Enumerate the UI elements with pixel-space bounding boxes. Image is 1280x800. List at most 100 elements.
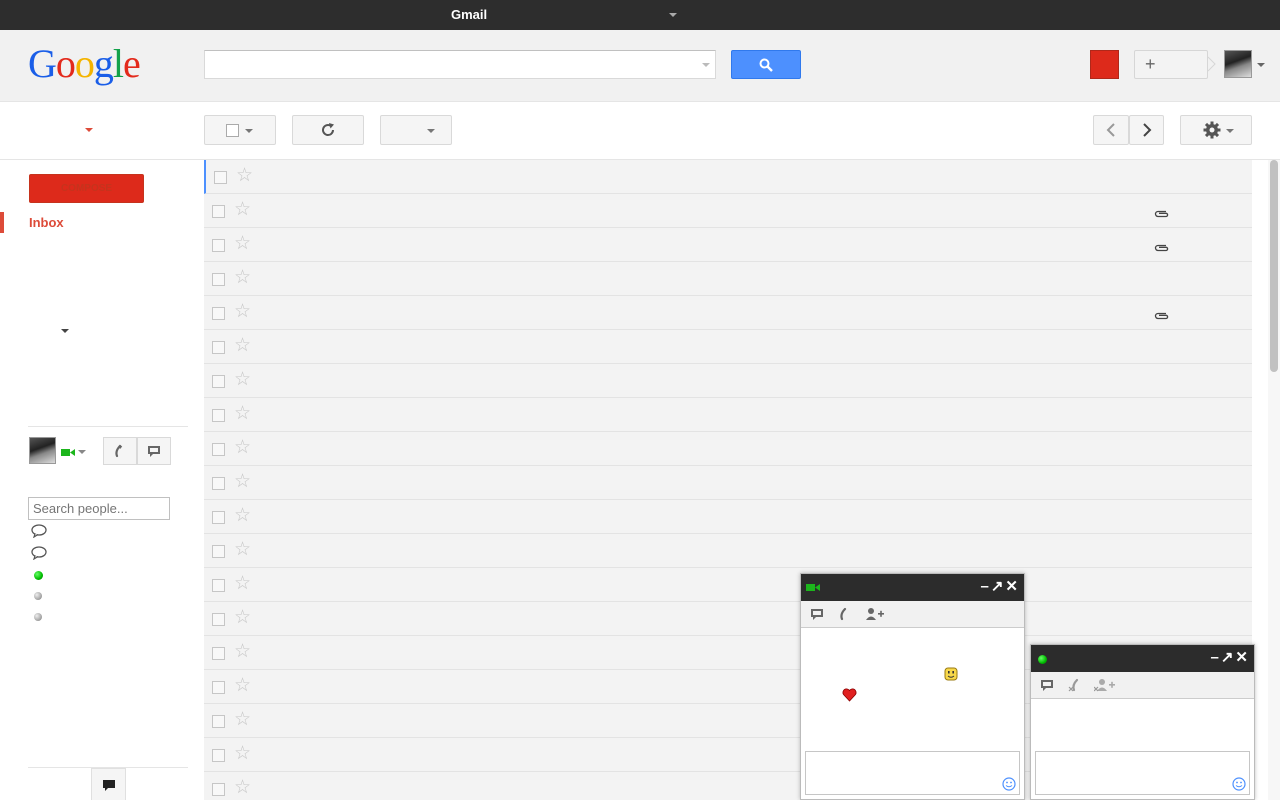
app-switcher-caret-icon[interactable] <box>669 13 677 17</box>
star-icon[interactable]: ☆ <box>234 709 251 731</box>
row-checkbox[interactable] <box>212 273 225 286</box>
google-logo[interactable]: Google <box>28 40 141 87</box>
emoticon-picker-icon[interactable] <box>1002 777 1016 791</box>
table-row[interactable]: ☆ <box>204 160 1252 194</box>
share-button[interactable]: + <box>1134 50 1208 79</box>
table-row[interactable]: ☆ <box>204 228 1252 262</box>
table-row[interactable]: ☆ <box>204 568 1252 602</box>
row-checkbox[interactable] <box>212 205 225 218</box>
search-options-caret-icon[interactable] <box>702 63 710 67</box>
row-checkbox[interactable] <box>212 681 225 694</box>
table-row[interactable]: ☆ <box>204 296 1252 330</box>
star-icon[interactable]: ☆ <box>234 437 251 459</box>
star-icon[interactable]: ☆ <box>234 573 251 595</box>
table-row[interactable]: ☆ <box>204 432 1252 466</box>
star-icon[interactable]: ☆ <box>234 743 251 765</box>
row-checkbox[interactable] <box>212 239 225 252</box>
popout-icon[interactable]: ↗ <box>991 578 1006 595</box>
row-checkbox[interactable] <box>212 307 225 320</box>
star-icon[interactable]: ☆ <box>234 641 251 663</box>
scrollbar-thumb[interactable] <box>1270 160 1278 372</box>
popout-icon[interactable]: ↗ <box>1221 649 1236 666</box>
app-title[interactable]: Gmail <box>451 7 487 22</box>
table-row[interactable]: ☆ <box>204 466 1252 500</box>
call-phone-button[interactable] <box>103 437 137 465</box>
row-checkbox[interactable] <box>214 171 227 184</box>
select-button[interactable] <box>204 115 276 145</box>
table-row[interactable]: ☆ <box>204 330 1252 364</box>
star-icon[interactable]: ☆ <box>234 267 251 289</box>
star-icon[interactable]: ☆ <box>234 301 251 323</box>
star-icon[interactable]: ☆ <box>234 335 251 357</box>
star-icon[interactable]: ☆ <box>234 607 251 629</box>
more-labels-caret-icon[interactable] <box>61 329 69 333</box>
search-input[interactable] <box>205 51 685 78</box>
star-icon[interactable]: ☆ <box>234 777 251 799</box>
chat-window-titlebar[interactable]: –↗✕ <box>1031 645 1254 672</box>
row-checkbox[interactable] <box>212 783 225 796</box>
chat-toggle-button[interactable] <box>91 768 126 800</box>
star-icon[interactable]: ☆ <box>234 675 251 697</box>
table-row[interactable]: ☆ <box>204 194 1252 228</box>
star-icon[interactable]: ☆ <box>234 369 251 391</box>
row-checkbox[interactable] <box>212 545 225 558</box>
mail-switcher-caret-icon[interactable] <box>85 128 93 132</box>
close-icon[interactable]: ✕ <box>1005 578 1020 595</box>
chat-add-person-button[interactable] <box>861 604 887 624</box>
video-camera-icon <box>806 584 820 591</box>
notifications-button[interactable] <box>1090 50 1119 79</box>
account-caret-icon[interactable] <box>1257 63 1265 67</box>
row-checkbox[interactable] <box>212 341 225 354</box>
star-icon[interactable]: ☆ <box>234 403 251 425</box>
table-row[interactable]: ☆ <box>204 534 1252 568</box>
scrollbar[interactable] <box>1268 160 1280 800</box>
chat-window-titlebar[interactable]: –↗✕ <box>801 574 1024 601</box>
gear-icon <box>1203 121 1221 139</box>
settings-button[interactable] <box>1180 115 1252 145</box>
row-checkbox[interactable] <box>212 579 225 592</box>
chat-self-avatar[interactable] <box>29 437 56 464</box>
row-checkbox[interactable] <box>212 409 225 422</box>
star-icon[interactable]: ☆ <box>234 233 251 255</box>
account-avatar[interactable] <box>1224 50 1252 78</box>
star-icon[interactable]: ☆ <box>236 165 253 187</box>
chat-video-button[interactable] <box>1034 675 1060 695</box>
chat-message-input[interactable] <box>1035 751 1250 795</box>
star-icon[interactable]: ☆ <box>234 471 251 493</box>
newer-button[interactable] <box>1093 115 1129 145</box>
row-checkbox[interactable] <box>212 647 225 660</box>
row-checkbox[interactable] <box>212 749 225 762</box>
chevron-left-icon <box>1106 123 1115 137</box>
row-checkbox[interactable] <box>212 375 225 388</box>
refresh-button[interactable] <box>292 115 364 145</box>
table-row[interactable]: ☆ <box>204 398 1252 432</box>
sidebar-item-inbox[interactable]: Inbox <box>29 215 64 230</box>
status-caret-icon[interactable] <box>78 450 86 454</box>
older-button[interactable] <box>1129 115 1164 145</box>
star-icon[interactable]: ☆ <box>234 505 251 527</box>
search-people-input[interactable] <box>28 497 170 520</box>
row-checkbox[interactable] <box>212 477 225 490</box>
minimize-icon[interactable]: – <box>981 578 991 595</box>
table-row[interactable]: ☆ <box>204 262 1252 296</box>
table-row[interactable]: ☆ <box>204 500 1252 534</box>
star-icon[interactable]: ☆ <box>234 199 251 221</box>
start-chat-button[interactable] <box>137 437 171 465</box>
row-checkbox[interactable] <box>212 511 225 524</box>
table-row[interactable]: ☆ <box>204 364 1252 398</box>
more-button[interactable] <box>380 115 452 145</box>
star-icon[interactable]: ☆ <box>234 539 251 561</box>
row-checkbox[interactable] <box>212 443 225 456</box>
search-button[interactable] <box>731 50 801 79</box>
row-checkbox[interactable] <box>212 613 225 626</box>
chat-message-input[interactable] <box>805 751 1020 795</box>
close-icon[interactable]: ✕ <box>1235 649 1250 666</box>
row-checkbox[interactable] <box>212 715 225 728</box>
chat-video-button[interactable] <box>804 604 830 624</box>
chat-call-button[interactable] <box>832 604 858 624</box>
video-camera-icon[interactable] <box>61 448 75 457</box>
table-row[interactable]: ☆ <box>204 602 1252 636</box>
minimize-icon[interactable]: – <box>1211 649 1221 666</box>
emoticon-picker-icon[interactable] <box>1232 777 1246 791</box>
compose-button[interactable]: COMPOSE <box>29 174 144 203</box>
